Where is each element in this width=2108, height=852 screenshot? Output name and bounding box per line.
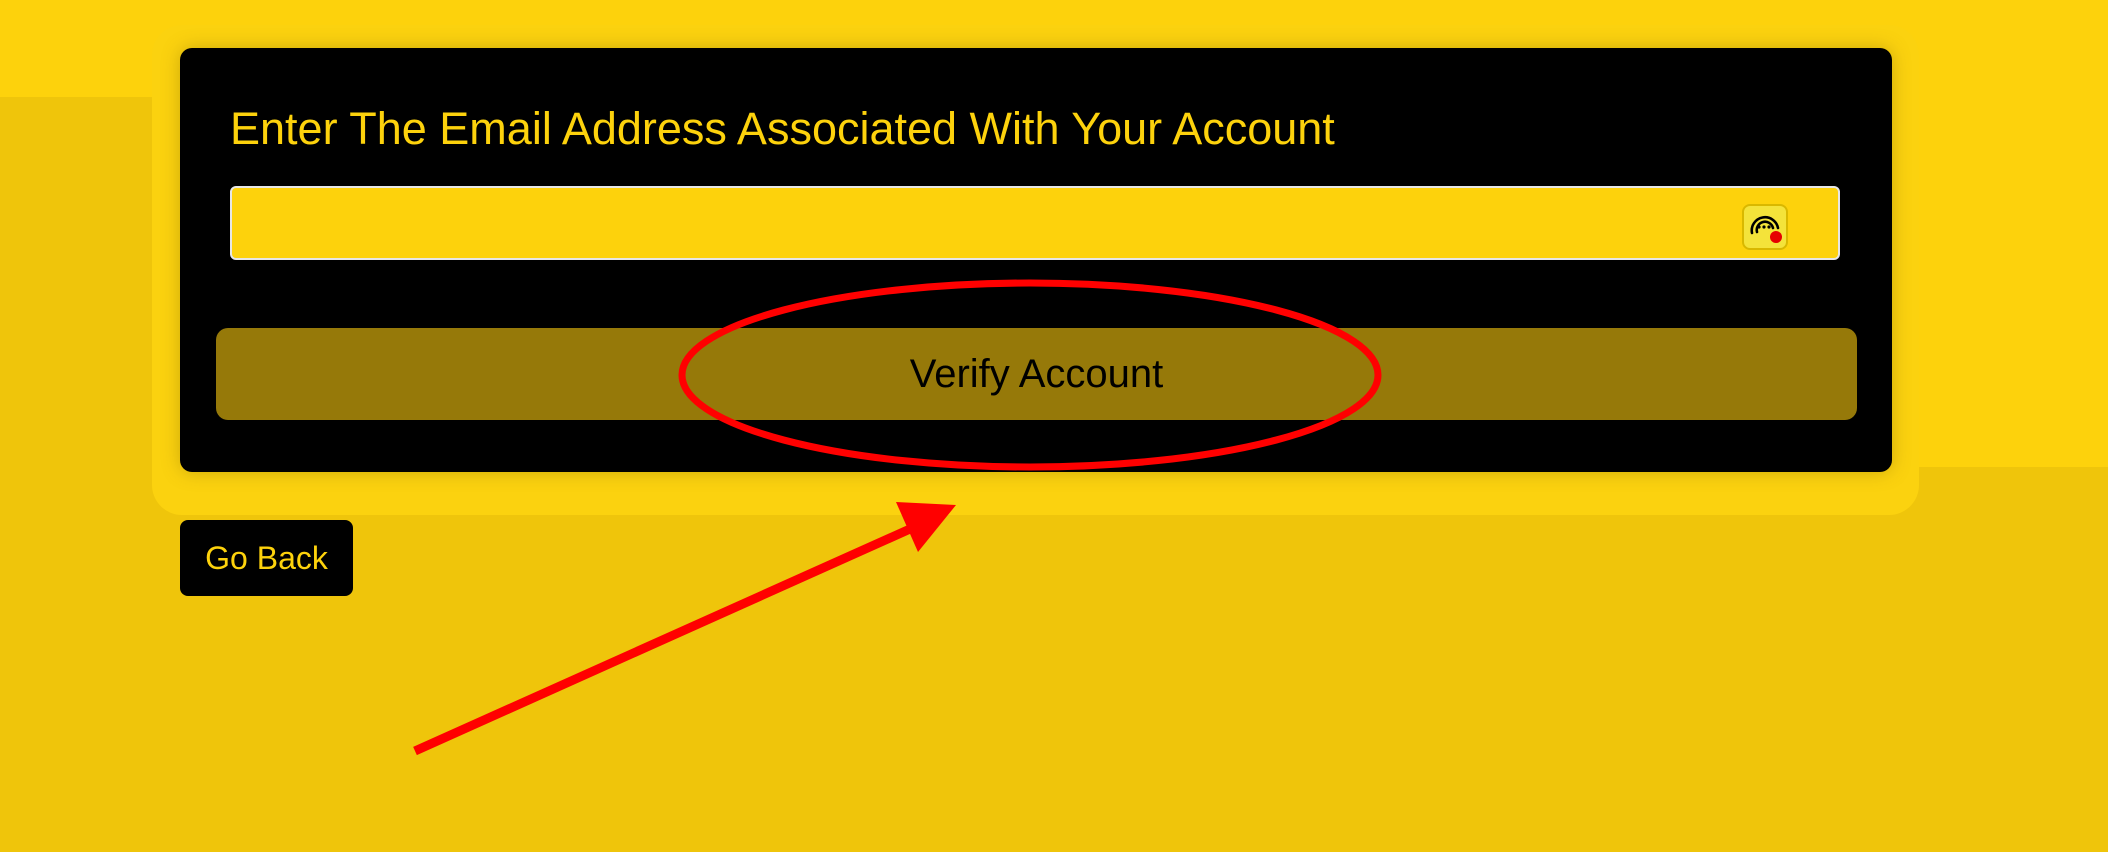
form-title: Enter The Email Address Associated With …	[230, 103, 1335, 154]
password-manager-icon[interactable]	[1742, 204, 1788, 250]
annotation-arrow-shaft	[413, 515, 932, 756]
page-background-right	[1900, 0, 2108, 467]
go-back-button[interactable]: Go Back	[180, 520, 353, 596]
verify-account-card: Enter The Email Address Associated With …	[180, 48, 1892, 472]
password-manager-icon-glyph	[1750, 215, 1782, 243]
verify-account-button[interactable]: Verify Account	[216, 328, 1857, 420]
email-input[interactable]	[230, 186, 1840, 260]
